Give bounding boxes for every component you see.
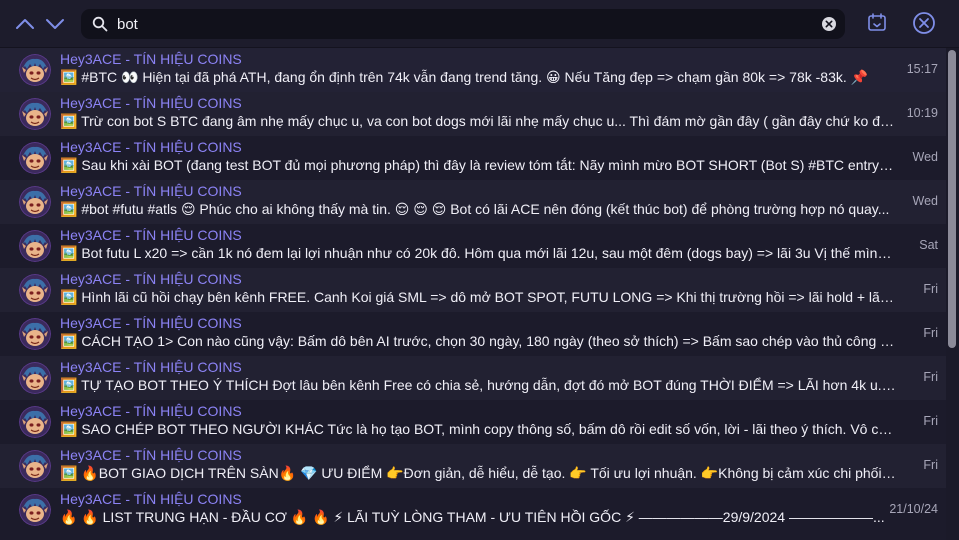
close-search-icon[interactable] [912,11,936,35]
message-snippet: 🖼️ #bot #futu #atls 😌 Phúc cho ai không … [60,201,890,217]
search-result-row[interactable]: Hey3ACE - TÍN HIỆU COINS 🖼️ SAO CHÉP BOT… [0,400,946,444]
message-time: Fri [923,370,938,384]
channel-avatar [19,494,51,526]
sender-name: Hey3ACE - TÍN HIỆU COINS [60,51,242,67]
message-time: Wed [912,194,938,208]
message-time: Sat [919,238,938,252]
sender-name: Hey3ACE - TÍN HIỆU COINS [60,183,242,199]
message-time: 15:17 [906,62,938,76]
sender-name: Hey3ACE - TÍN HIỆU COINS [60,359,242,375]
message-snippet: 🖼️ SAO CHÉP BOT THEO NGƯỜI KHÁC Tức là h… [60,421,896,437]
calendar-jump-icon[interactable] [866,12,888,34]
search-result-row[interactable]: Hey3ACE - TÍN HIỆU COINS 🔥 🔥 LIST TRUNG … [0,488,946,532]
search-result-row[interactable]: Hey3ACE - TÍN HIỆU COINS 🖼️ 🔥BOT GIAO DỊ… [0,444,946,488]
scrollbar-thumb[interactable] [948,50,956,348]
channel-avatar [19,98,51,130]
chevron-up-icon[interactable] [13,12,37,36]
search-result-row[interactable]: Hey3ACE - TÍN HIỆU COINS 🖼️ #bot #futu #… [0,180,946,224]
search-result-row[interactable]: Hey3ACE - TÍN HIỆU COINS 🖼️ Sau khi xài … [0,136,946,180]
channel-avatar [19,54,51,86]
sender-name: Hey3ACE - TÍN HIỆU COINS [60,403,242,419]
sender-name: Hey3ACE - TÍN HIỆU COINS [60,227,242,243]
search-toolbar [0,0,959,48]
channel-avatar [19,450,51,482]
search-result-row[interactable]: Hey3ACE - TÍN HIỆU COINS 🖼️ TỰ TẠO BOT T… [0,356,946,400]
message-time: Wed [912,150,938,164]
message-snippet: 🖼️ TỰ TẠO BOT THEO Ý THÍCH Đợt lâu bên k… [60,377,896,393]
sender-name: Hey3ACE - TÍN HIỆU COINS [60,315,242,331]
message-time: 10:19 [906,106,938,120]
search-result-row[interactable]: Hey3ACE - TÍN HIỆU COINS 🖼️ CÁCH TẠO 1> … [0,312,946,356]
message-snippet: 🖼️ 🔥BOT GIAO DỊCH TRÊN SÀN🔥 💎 ƯU ĐIỂM 👉Đ… [60,465,896,481]
channel-avatar [19,362,51,394]
channel-avatar [19,230,51,262]
search-result-row[interactable]: Hey3ACE - TÍN HIỆU COINS 🖼️ #BTC 👀 Hiện … [0,48,946,92]
search-box[interactable] [81,9,845,39]
message-snippet: 🖼️ Bot futu L x20 => cần 1k nó đem lại l… [60,245,896,261]
search-results-list: Hey3ACE - TÍN HIỆU COINS 🖼️ #BTC 👀 Hiện … [0,48,946,540]
search-icon [92,16,108,32]
message-time: 21/10/24 [889,502,938,516]
channel-avatar [19,274,51,306]
message-time: Fri [923,282,938,296]
channel-avatar [19,186,51,218]
message-snippet: 🖼️ Sau khi xài BOT (đang test BOT đủ mọi… [60,157,896,173]
sender-name: Hey3ACE - TÍN HIỆU COINS [60,139,242,155]
message-snippet: 🖼️ #BTC 👀 Hiện tại đã phá ATH, đang ổn đ… [60,69,869,85]
chevron-down-icon[interactable] [43,12,67,36]
sender-name: Hey3ACE - TÍN HIỆU COINS [60,491,242,507]
search-result-row[interactable]: Hey3ACE - TÍN HIỆU COINS 🖼️ Hình lãi cũ … [0,268,946,312]
sender-name: Hey3ACE - TÍN HIỆU COINS [60,95,242,111]
message-snippet: 🖼️ CÁCH TẠO 1> Con nào cũng vậy: Bấm dô … [60,333,896,349]
message-time: Fri [923,414,938,428]
sender-name: Hey3ACE - TÍN HIỆU COINS [60,447,242,463]
message-time: Fri [923,326,938,340]
search-result-row[interactable]: Hey3ACE - TÍN HIỆU COINS 🖼️ Trừ con bot … [0,92,946,136]
message-snippet: 🖼️ Hình lãi cũ hồi chạy bên kênh FREE. C… [60,289,896,305]
message-time: Fri [923,458,938,472]
search-result-row[interactable]: Hey3ACE - TÍN HIỆU COINS 🖼️ Bot futu L x… [0,224,946,268]
channel-avatar [19,142,51,174]
message-snippet: 🖼️ Trừ con bot S BTC đang âm nhẹ mấy chụ… [60,113,896,129]
channel-avatar [19,318,51,350]
search-input[interactable] [117,13,797,35]
channel-avatar [19,406,51,438]
message-snippet: 🔥 🔥 LIST TRUNG HẠN - ĐẦU CƠ 🔥 🔥 ⚡ LÃI TU… [60,509,885,525]
sender-name: Hey3ACE - TÍN HIỆU COINS [60,271,242,287]
clear-search-icon[interactable] [822,17,836,31]
